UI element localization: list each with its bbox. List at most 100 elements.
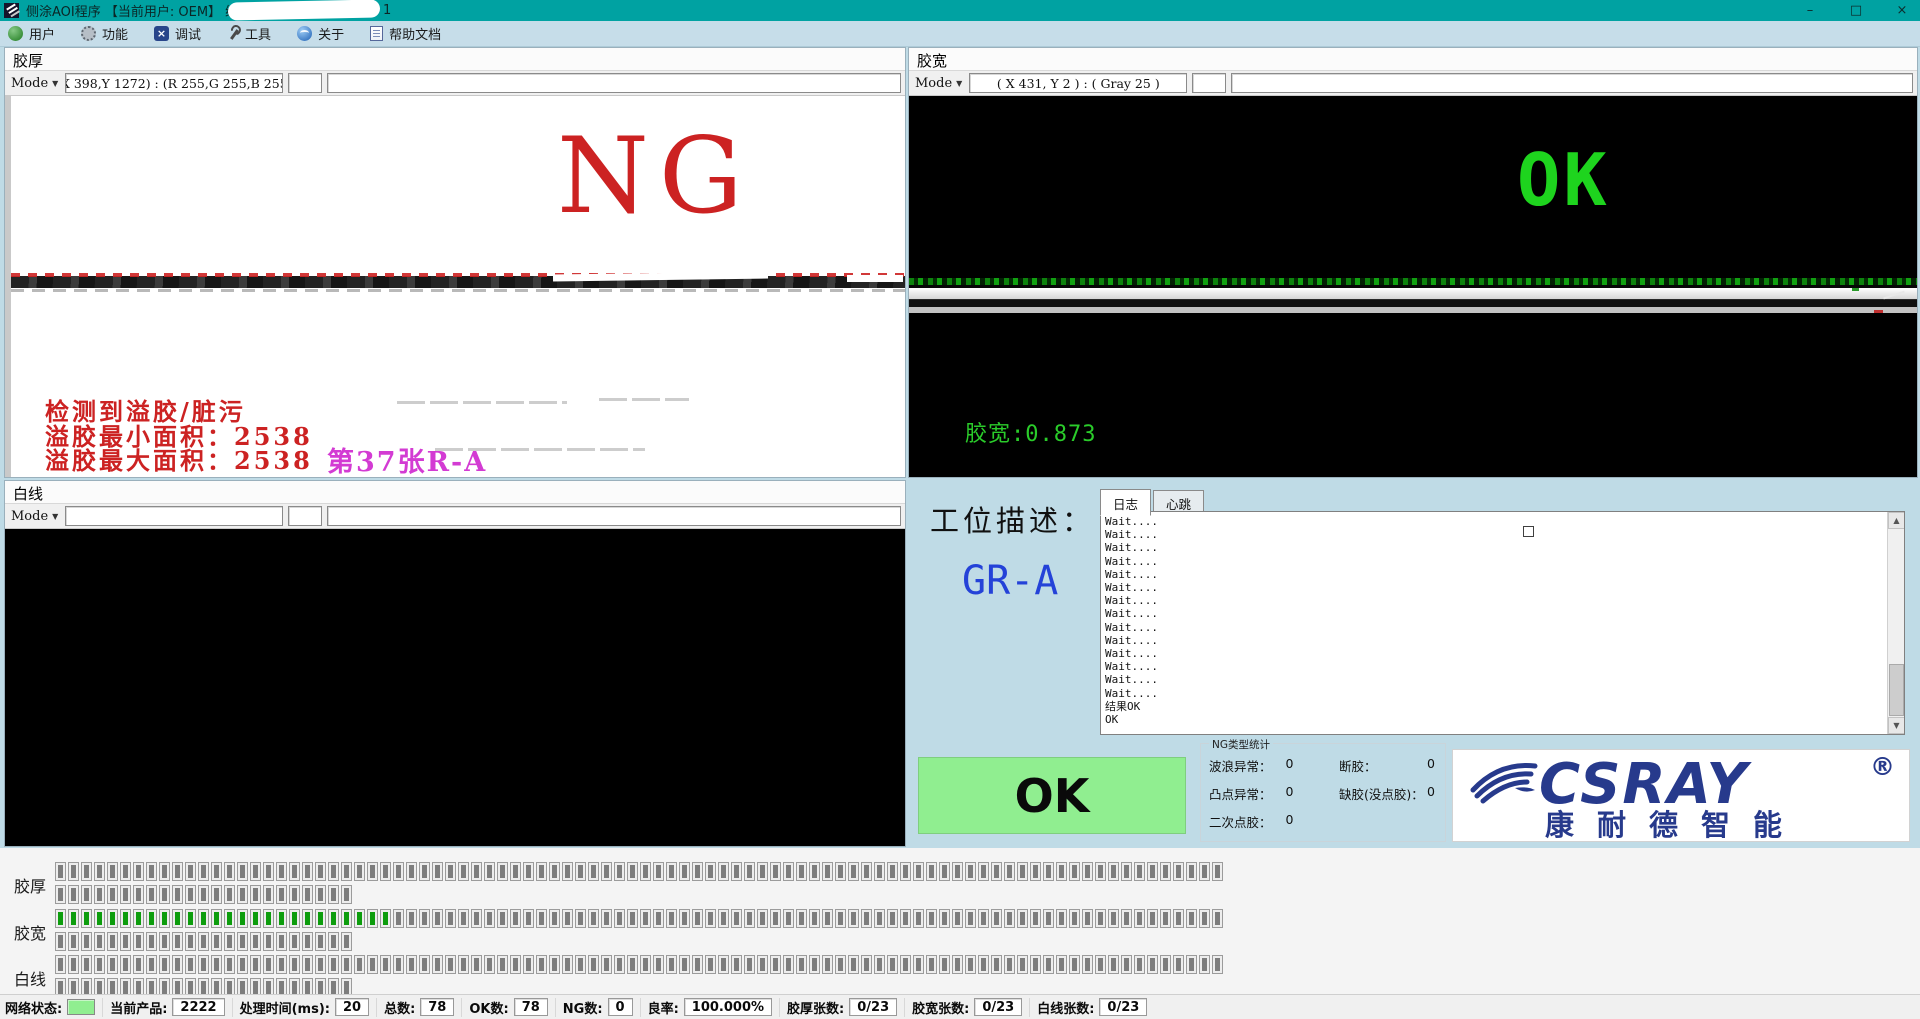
chevron-down-icon: ▼: [52, 512, 58, 521]
progress-block: [94, 932, 105, 951]
white-line-image[interactable]: [5, 529, 905, 846]
progress-block: [588, 862, 599, 881]
log-line: Wait....: [1105, 607, 1884, 620]
progress-block: [289, 909, 300, 928]
progress-block: [1056, 955, 1067, 974]
glue-thickness-image[interactable]: NG 检测到溢胶/脏污 溢胶最小面积：2538 溢胶最大面积：2538 第37张…: [5, 96, 905, 477]
progress-block: [276, 885, 287, 904]
menu-item-about[interactable]: 关于: [297, 24, 344, 43]
progress-block: [315, 932, 326, 951]
progress-block: [575, 862, 586, 881]
progress-block: [107, 955, 118, 974]
progress-block: [328, 932, 339, 951]
progress-block: [263, 909, 274, 928]
user-icon: [8, 26, 23, 41]
progress-block: [198, 909, 209, 928]
menu-bar: 用户 功能 调试 工具 关于 帮助文档: [0, 21, 1920, 47]
pixel-coordinate-readout: [65, 506, 283, 526]
close-button[interactable]: ×: [1892, 1, 1912, 21]
registered-mark: ®: [1870, 752, 1895, 781]
progress-block: [1043, 862, 1054, 881]
tab-log[interactable]: 日志: [1100, 489, 1151, 516]
progress-block: [198, 862, 209, 881]
log-checkbox[interactable]: [1523, 526, 1534, 537]
maximize-button[interactable]: □: [1846, 1, 1866, 21]
progress-block: [198, 955, 209, 974]
log-scrollbar[interactable]: ▲ ▼: [1887, 512, 1904, 734]
status-value: 0/23: [974, 998, 1022, 1016]
panel-white-line: 白线 Mode▼: [4, 480, 906, 847]
progress-block: [1108, 862, 1119, 881]
progress-block: [575, 909, 586, 928]
progress-block: [497, 909, 508, 928]
progress-block: [848, 955, 859, 974]
progress-block: [835, 955, 846, 974]
toolbar-field-small[interactable]: [288, 73, 322, 93]
progress-block: [55, 885, 66, 904]
ng-stats-title: NG类型统计: [1209, 737, 1273, 752]
progress-block: [120, 885, 131, 904]
ng-stat-row: 断胶：0: [1339, 756, 1441, 775]
progress-block: [510, 862, 521, 881]
progress-block: [588, 909, 599, 928]
ng-stat-row: 波浪异常：0: [1209, 756, 1325, 775]
progress-block: [185, 932, 196, 951]
menu-item-debug[interactable]: 调试: [154, 24, 201, 43]
progress-block: [731, 862, 742, 881]
toolbar-field-wide[interactable]: [327, 73, 901, 93]
progress-block: [432, 862, 443, 881]
progress-block: [1212, 862, 1223, 881]
progress-block: [458, 955, 469, 974]
menu-item-function[interactable]: 功能: [81, 24, 128, 43]
progress-block: [913, 955, 924, 974]
progress-block: [822, 909, 833, 928]
progress-block: [289, 955, 300, 974]
scroll-up-icon[interactable]: ▲: [1888, 512, 1905, 529]
menu-item-help[interactable]: 帮助文档: [370, 24, 441, 43]
ng-stats-groupbox: NG类型统计 波浪异常：0凸点异常：0二次点胶：0 断胶：0缺胶(没点胶)：0: [1200, 743, 1446, 842]
ng-stat-label: 凸点异常：: [1209, 784, 1272, 803]
mode-dropdown[interactable]: Mode▼: [913, 76, 964, 91]
menu-item-tools[interactable]: 工具: [227, 24, 271, 43]
progress-block: [601, 955, 612, 974]
progress-block: [1069, 955, 1080, 974]
panel-glue-width-title: 胶宽: [909, 48, 1917, 70]
progress-block: [874, 955, 885, 974]
mode-dropdown[interactable]: Mode▼: [9, 509, 60, 524]
progress-block: [809, 955, 820, 974]
scrollbar-thumb[interactable]: [1889, 664, 1904, 716]
menu-item-user[interactable]: 用户: [8, 24, 55, 43]
progress-block: [1199, 955, 1210, 974]
progress-block: [666, 862, 677, 881]
minimize-button[interactable]: –: [1800, 1, 1820, 21]
progress-block: [965, 955, 976, 974]
progress-block: [1004, 909, 1015, 928]
ng-stat-row: 二次点胶：0: [1209, 812, 1325, 831]
scroll-down-icon[interactable]: ▼: [1888, 717, 1905, 734]
toolbar-field-wide[interactable]: [327, 506, 901, 526]
progress-block: [81, 909, 92, 928]
progress-block: [666, 955, 677, 974]
menu-item-label: 帮助文档: [389, 24, 441, 43]
progress-block: [107, 909, 118, 928]
mode-dropdown[interactable]: Mode▼: [9, 76, 60, 91]
progress-block: [484, 955, 495, 974]
progress-block: [796, 955, 807, 974]
progress-block: [939, 862, 950, 881]
progress-block: [224, 885, 235, 904]
progress-block: [913, 909, 924, 928]
progress-block: [653, 955, 664, 974]
vendor-logo: CSRAY ® 康耐德智能: [1452, 749, 1910, 842]
result-ok-button[interactable]: OK: [918, 757, 1186, 834]
progress-block: [250, 885, 261, 904]
result-text-ng: NG: [557, 124, 753, 229]
log-list[interactable]: Wait....Wait....Wait....Wait....Wait....…: [1100, 511, 1905, 735]
progress-block: [900, 955, 911, 974]
toolbar-field-small[interactable]: [288, 506, 322, 526]
toolbar-field-wide[interactable]: [1231, 73, 1913, 93]
toolbar-field-small[interactable]: [1192, 73, 1226, 93]
progress-block: [510, 909, 521, 928]
progress-block: [926, 909, 937, 928]
progress-block: [809, 909, 820, 928]
glue-width-image[interactable]: OK 胶宽:0.873: [909, 96, 1917, 477]
